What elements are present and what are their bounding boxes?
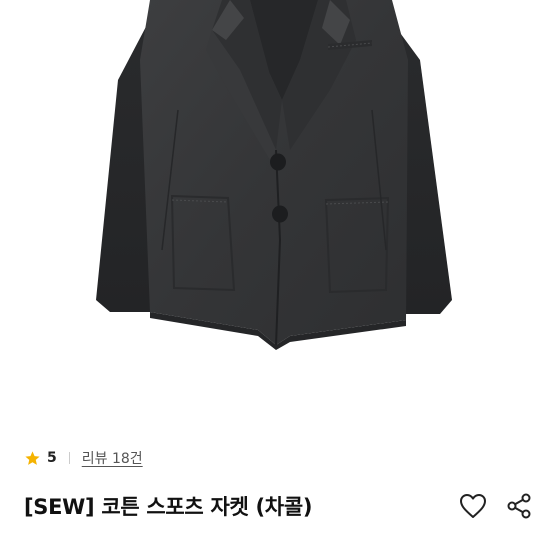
rating-value: 5 bbox=[47, 450, 57, 466]
share-icon bbox=[507, 493, 531, 519]
wishlist-button[interactable] bbox=[458, 491, 488, 521]
product-image bbox=[0, 0, 554, 420]
title-row: [SEW] 코튼 스포츠 자켓 (차콜) bbox=[24, 488, 534, 524]
product-title: [SEW] 코튼 스포츠 자켓 (차콜) bbox=[24, 495, 313, 519]
rating-row: 5 리뷰 18건 bbox=[24, 446, 143, 470]
jacket-product-image bbox=[96, 0, 452, 350]
share-button[interactable] bbox=[504, 491, 534, 521]
star-icon bbox=[25, 450, 40, 465]
product-actions bbox=[458, 491, 534, 521]
rating-divider bbox=[68, 452, 70, 464]
review-count-link[interactable]: 리뷰 18건 bbox=[82, 448, 143, 468]
heart-outline-icon bbox=[460, 494, 486, 518]
